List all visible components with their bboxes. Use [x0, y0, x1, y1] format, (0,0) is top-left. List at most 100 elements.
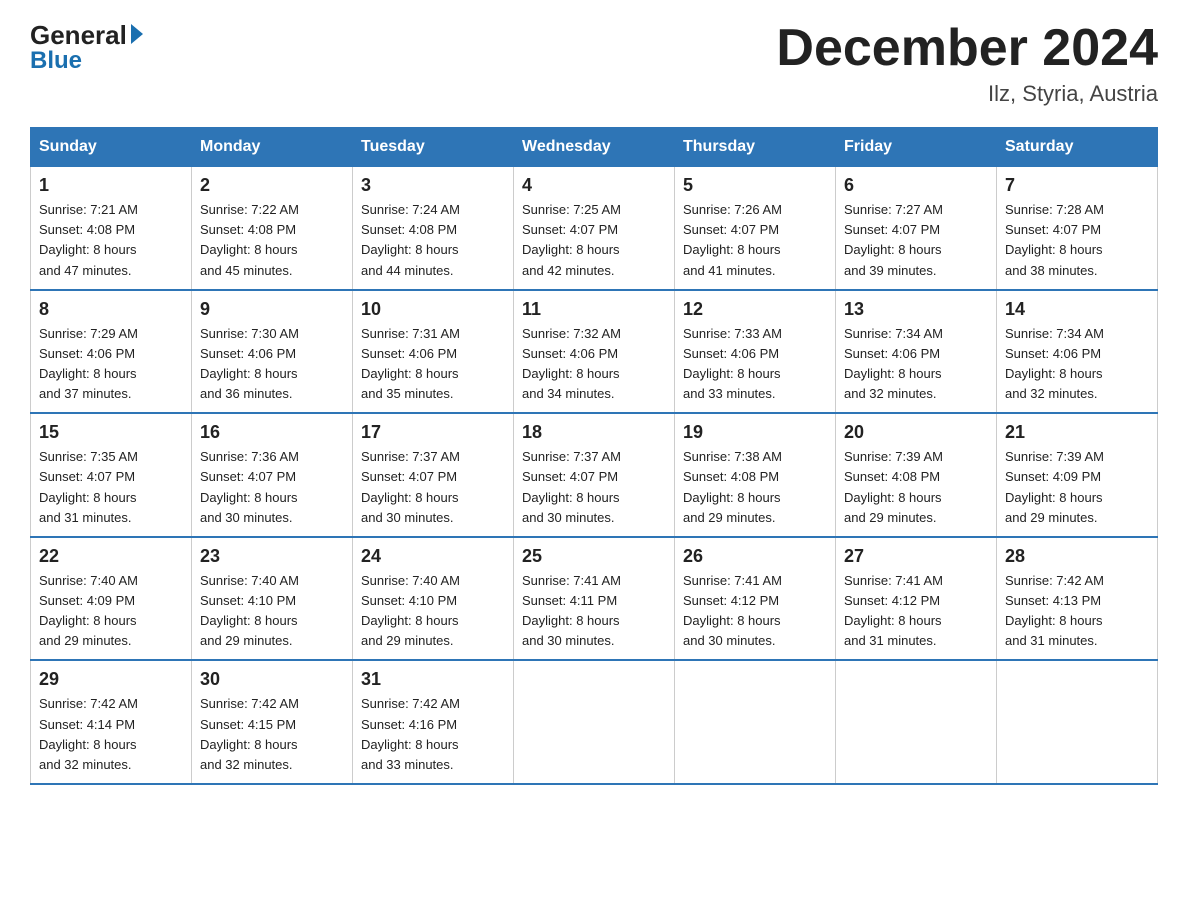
day-info: Sunrise: 7:41 AM Sunset: 4:12 PM Dayligh… [683, 571, 827, 652]
calendar-cell: 21 Sunrise: 7:39 AM Sunset: 4:09 PM Dayl… [997, 413, 1158, 537]
calendar-cell [836, 660, 997, 784]
sunrise-label: Sunrise: 7:22 AM [200, 202, 299, 217]
daylight-minutes: and 29 minutes. [1005, 510, 1098, 525]
daylight-label: Daylight: 8 hours [522, 366, 620, 381]
daylight-minutes: and 41 minutes. [683, 263, 776, 278]
day-number: 16 [200, 422, 344, 443]
calendar-week-row: 8 Sunrise: 7:29 AM Sunset: 4:06 PM Dayli… [31, 290, 1158, 414]
day-number: 12 [683, 299, 827, 320]
day-info: Sunrise: 7:21 AM Sunset: 4:08 PM Dayligh… [39, 200, 183, 281]
weekday-header-friday: Friday [836, 128, 997, 167]
daylight-minutes: and 32 minutes. [200, 757, 293, 772]
page-header: General Blue December 2024 Ilz, Styria, … [30, 20, 1158, 107]
weekday-header-row: SundayMondayTuesdayWednesdayThursdayFrid… [31, 128, 1158, 167]
daylight-label: Daylight: 8 hours [683, 613, 781, 628]
calendar-cell: 5 Sunrise: 7:26 AM Sunset: 4:07 PM Dayli… [675, 167, 836, 290]
day-info: Sunrise: 7:31 AM Sunset: 4:06 PM Dayligh… [361, 324, 505, 405]
sunset-label: Sunset: 4:12 PM [844, 593, 940, 608]
weekday-header-tuesday: Tuesday [353, 128, 514, 167]
sunset-label: Sunset: 4:07 PM [683, 222, 779, 237]
sunset-label: Sunset: 4:06 PM [200, 346, 296, 361]
daylight-label: Daylight: 8 hours [361, 490, 459, 505]
sunset-label: Sunset: 4:09 PM [39, 593, 135, 608]
day-info: Sunrise: 7:42 AM Sunset: 4:13 PM Dayligh… [1005, 571, 1149, 652]
daylight-minutes: and 35 minutes. [361, 386, 454, 401]
day-number: 4 [522, 175, 666, 196]
sunset-label: Sunset: 4:07 PM [1005, 222, 1101, 237]
daylight-label: Daylight: 8 hours [683, 490, 781, 505]
sunrise-label: Sunrise: 7:29 AM [39, 326, 138, 341]
daylight-label: Daylight: 8 hours [200, 366, 298, 381]
daylight-label: Daylight: 8 hours [361, 366, 459, 381]
daylight-minutes: and 39 minutes. [844, 263, 937, 278]
sunset-label: Sunset: 4:14 PM [39, 717, 135, 732]
daylight-minutes: and 31 minutes. [39, 510, 132, 525]
daylight-label: Daylight: 8 hours [361, 737, 459, 752]
sunset-label: Sunset: 4:06 PM [361, 346, 457, 361]
sunset-label: Sunset: 4:08 PM [39, 222, 135, 237]
calendar-week-row: 1 Sunrise: 7:21 AM Sunset: 4:08 PM Dayli… [31, 167, 1158, 290]
sunset-label: Sunset: 4:16 PM [361, 717, 457, 732]
day-number: 19 [683, 422, 827, 443]
daylight-minutes: and 44 minutes. [361, 263, 454, 278]
day-info: Sunrise: 7:40 AM Sunset: 4:09 PM Dayligh… [39, 571, 183, 652]
day-number: 26 [683, 546, 827, 567]
sunrise-label: Sunrise: 7:34 AM [1005, 326, 1104, 341]
day-info: Sunrise: 7:30 AM Sunset: 4:06 PM Dayligh… [200, 324, 344, 405]
calendar-cell: 20 Sunrise: 7:39 AM Sunset: 4:08 PM Dayl… [836, 413, 997, 537]
sunset-label: Sunset: 4:08 PM [844, 469, 940, 484]
sunset-label: Sunset: 4:07 PM [522, 469, 618, 484]
weekday-header-sunday: Sunday [31, 128, 192, 167]
sunrise-label: Sunrise: 7:41 AM [683, 573, 782, 588]
sunrise-label: Sunrise: 7:42 AM [1005, 573, 1104, 588]
calendar-table: SundayMondayTuesdayWednesdayThursdayFrid… [30, 127, 1158, 785]
day-info: Sunrise: 7:42 AM Sunset: 4:15 PM Dayligh… [200, 694, 344, 775]
daylight-minutes: and 45 minutes. [200, 263, 293, 278]
calendar-week-row: 29 Sunrise: 7:42 AM Sunset: 4:14 PM Dayl… [31, 660, 1158, 784]
daylight-label: Daylight: 8 hours [522, 242, 620, 257]
daylight-label: Daylight: 8 hours [844, 613, 942, 628]
day-info: Sunrise: 7:22 AM Sunset: 4:08 PM Dayligh… [200, 200, 344, 281]
sunrise-label: Sunrise: 7:42 AM [39, 696, 138, 711]
logo-blue-text: Blue [30, 47, 82, 75]
daylight-label: Daylight: 8 hours [39, 613, 137, 628]
daylight-minutes: and 30 minutes. [200, 510, 293, 525]
sunrise-label: Sunrise: 7:30 AM [200, 326, 299, 341]
daylight-minutes: and 31 minutes. [1005, 633, 1098, 648]
daylight-label: Daylight: 8 hours [361, 613, 459, 628]
calendar-cell: 24 Sunrise: 7:40 AM Sunset: 4:10 PM Dayl… [353, 537, 514, 661]
page-subtitle: Ilz, Styria, Austria [776, 81, 1158, 107]
sunset-label: Sunset: 4:08 PM [361, 222, 457, 237]
daylight-label: Daylight: 8 hours [683, 366, 781, 381]
day-info: Sunrise: 7:33 AM Sunset: 4:06 PM Dayligh… [683, 324, 827, 405]
sunrise-label: Sunrise: 7:42 AM [361, 696, 460, 711]
calendar-cell: 14 Sunrise: 7:34 AM Sunset: 4:06 PM Dayl… [997, 290, 1158, 414]
day-info: Sunrise: 7:37 AM Sunset: 4:07 PM Dayligh… [361, 447, 505, 528]
sunset-label: Sunset: 4:06 PM [39, 346, 135, 361]
day-number: 3 [361, 175, 505, 196]
calendar-cell: 11 Sunrise: 7:32 AM Sunset: 4:06 PM Dayl… [514, 290, 675, 414]
sunrise-label: Sunrise: 7:40 AM [361, 573, 460, 588]
sunset-label: Sunset: 4:07 PM [361, 469, 457, 484]
day-number: 20 [844, 422, 988, 443]
sunset-label: Sunset: 4:07 PM [39, 469, 135, 484]
calendar-cell: 7 Sunrise: 7:28 AM Sunset: 4:07 PM Dayli… [997, 167, 1158, 290]
day-number: 27 [844, 546, 988, 567]
sunset-label: Sunset: 4:07 PM [200, 469, 296, 484]
daylight-label: Daylight: 8 hours [1005, 366, 1103, 381]
sunrise-label: Sunrise: 7:42 AM [200, 696, 299, 711]
sunset-label: Sunset: 4:09 PM [1005, 469, 1101, 484]
day-number: 18 [522, 422, 666, 443]
sunset-label: Sunset: 4:08 PM [200, 222, 296, 237]
sunrise-label: Sunrise: 7:41 AM [844, 573, 943, 588]
calendar-cell: 28 Sunrise: 7:42 AM Sunset: 4:13 PM Dayl… [997, 537, 1158, 661]
day-number: 29 [39, 669, 183, 690]
sunrise-label: Sunrise: 7:28 AM [1005, 202, 1104, 217]
daylight-label: Daylight: 8 hours [39, 242, 137, 257]
daylight-minutes: and 29 minutes. [683, 510, 776, 525]
sunrise-label: Sunrise: 7:38 AM [683, 449, 782, 464]
day-info: Sunrise: 7:27 AM Sunset: 4:07 PM Dayligh… [844, 200, 988, 281]
day-number: 13 [844, 299, 988, 320]
sunrise-label: Sunrise: 7:34 AM [844, 326, 943, 341]
sunset-label: Sunset: 4:06 PM [683, 346, 779, 361]
